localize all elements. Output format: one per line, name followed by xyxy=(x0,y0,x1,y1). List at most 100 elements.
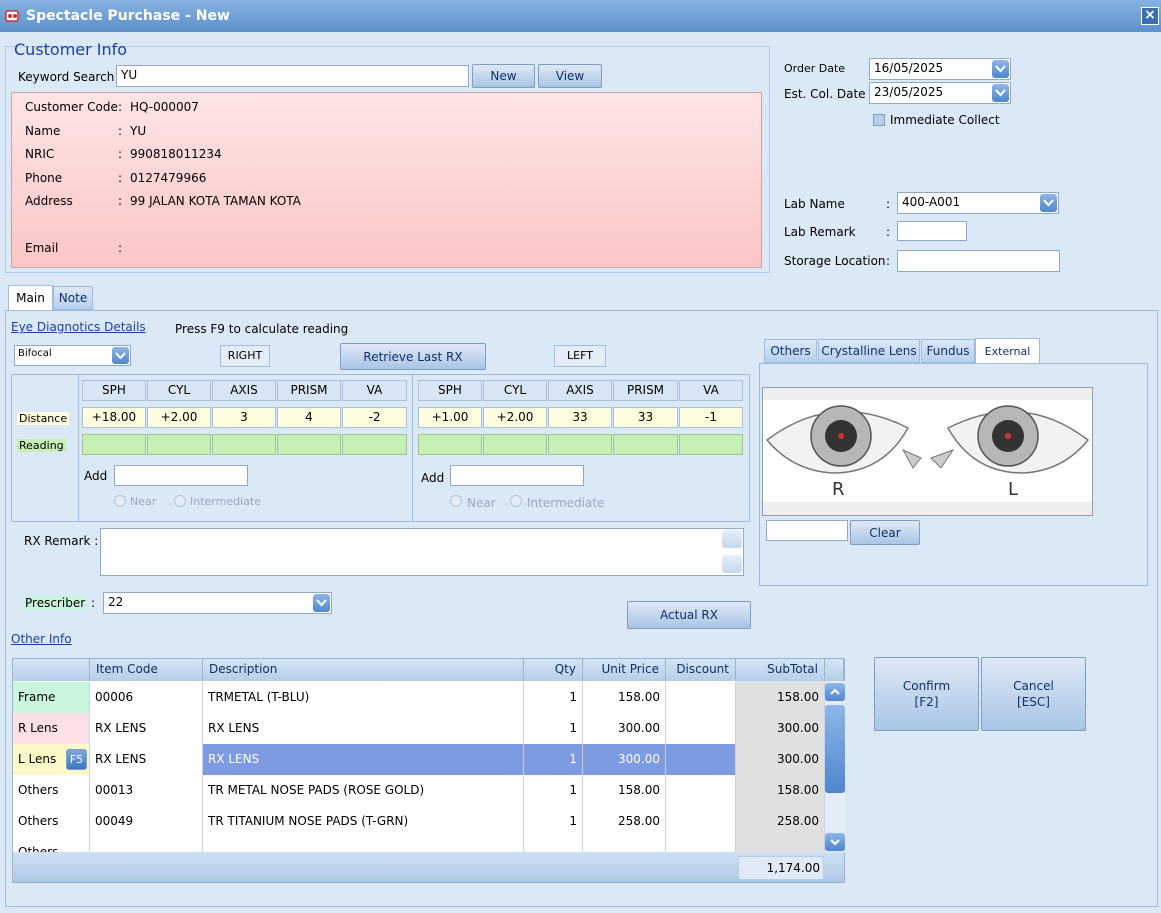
chevron-down-icon[interactable] xyxy=(112,347,129,364)
close-button[interactable]: × xyxy=(1141,7,1159,25)
right-intermediate-radio[interactable] xyxy=(174,495,186,507)
left-distance-cyl[interactable]: +2.00 xyxy=(483,407,547,428)
left-near-radio[interactable] xyxy=(450,495,462,507)
col-header-cyl: CYL xyxy=(483,380,547,401)
right-distance-sph[interactable]: +18.00 xyxy=(82,407,146,428)
storage-location-input[interactable] xyxy=(897,250,1060,272)
scroll-down-icon[interactable] xyxy=(825,833,845,851)
right-distance-axis[interactable]: 3 xyxy=(212,407,276,428)
other-info-heading[interactable]: Other Info xyxy=(11,632,72,646)
cancel-button[interactable]: Cancel [ESC] xyxy=(981,657,1086,731)
left-distance-prism[interactable]: 33 xyxy=(613,407,678,428)
image-path-input[interactable] xyxy=(766,520,848,541)
tab-crystalline-lens[interactable]: Crystalline Lens xyxy=(818,339,920,363)
tab-note[interactable]: Note xyxy=(53,286,93,310)
chevron-down-icon[interactable] xyxy=(313,594,330,612)
eye-diagnostics-heading[interactable]: Eye Diagnotics Details xyxy=(11,320,146,334)
eye-diagram-icon xyxy=(763,388,1092,515)
clear-button[interactable]: Clear xyxy=(850,520,920,545)
name-value: YU xyxy=(130,124,147,138)
est-col-date-value: 23/05/2025 xyxy=(874,85,944,99)
left-reading-prism[interactable] xyxy=(613,434,678,455)
col-header-sph: SPH xyxy=(82,380,146,401)
row-discount xyxy=(666,713,736,744)
table-row[interactable]: Others 00049 TR TITANIUM NOSE PADS (T-GRN)… xyxy=(13,806,825,837)
left-distance-sph[interactable]: +1.00 xyxy=(418,407,482,428)
tab-fundus[interactable]: Fundus xyxy=(921,339,975,363)
scroll-up-icon[interactable] xyxy=(825,683,845,701)
left-reading-sph[interactable] xyxy=(418,434,482,455)
cancel-shortcut: [ESC] xyxy=(1017,695,1050,709)
nric-value: 990818011234 xyxy=(130,147,222,161)
left-reading-axis[interactable] xyxy=(548,434,612,455)
new-button[interactable]: New xyxy=(472,64,535,88)
actual-rx-button[interactable]: Actual RX xyxy=(627,601,751,629)
row-discount xyxy=(666,837,736,852)
right-distance-va[interactable]: -2 xyxy=(342,407,407,428)
lab-remark-input[interactable] xyxy=(897,221,967,241)
prescriber-select[interactable]: 22 xyxy=(103,592,332,614)
right-eye-label: RIGHT xyxy=(220,345,270,367)
col-header-va: VA xyxy=(342,380,407,401)
table-row[interactable]: L Lens F5 RX LENS RX LENS 1 300.00 300.00 xyxy=(13,744,825,775)
right-reading-axis[interactable] xyxy=(212,434,276,455)
col-header-subtotal: SubTotal xyxy=(736,659,825,681)
chevron-down-icon[interactable] xyxy=(992,60,1009,78)
rx-remark-label: RX Remark : xyxy=(24,534,99,548)
right-reading-va[interactable] xyxy=(342,434,407,455)
rx-remark-textarea[interactable] xyxy=(100,528,744,576)
col-header-cyl: CYL xyxy=(147,380,211,401)
keyword-search-input[interactable]: YU xyxy=(116,65,469,87)
right-reading-cyl[interactable] xyxy=(147,434,211,455)
right-distance-prism[interactable]: 4 xyxy=(277,407,341,428)
table-row[interactable]: Frame 00006 TRMETAL (T-BLU) 1 158.00 158.00 xyxy=(13,682,825,713)
confirm-button[interactable]: Confirm [F2] xyxy=(874,657,979,731)
storage-location-label: Storage Location xyxy=(784,254,886,268)
left-intermediate-radio[interactable] xyxy=(510,495,522,507)
col-header-axis: AXIS xyxy=(212,380,276,401)
table-row[interactable]: Others 00013 TR METAL NOSE PADS (ROSE GOLD… xyxy=(13,775,825,806)
view-button[interactable]: View xyxy=(538,64,602,88)
f9-hint: Press F9 to calculate reading xyxy=(175,322,349,336)
immediate-collect-checkbox[interactable] xyxy=(873,114,885,126)
right-near-radio[interactable] xyxy=(114,495,126,507)
customer-code-label: Customer Code xyxy=(25,100,118,114)
row-qty: 1 xyxy=(524,775,583,806)
scroll-up-icon[interactable] xyxy=(722,530,742,548)
row-qty xyxy=(524,837,583,852)
right-add-input[interactable] xyxy=(114,465,248,486)
tab-others[interactable]: Others xyxy=(764,339,817,363)
chevron-down-icon[interactable] xyxy=(1040,194,1057,212)
col-header-sph: SPH xyxy=(418,380,482,401)
f5-button[interactable]: F5 xyxy=(66,749,87,770)
left-distance-axis[interactable]: 33 xyxy=(548,407,612,428)
scroll-thumb[interactable] xyxy=(825,705,845,793)
retrieve-last-rx-button[interactable]: Retrieve Last RX xyxy=(340,343,486,370)
colon: : xyxy=(886,225,891,239)
colon: : xyxy=(118,194,123,208)
table-row[interactable]: R Lens RX LENS RX LENS 1 300.00 300.00 xyxy=(13,713,825,744)
distance-label: Distance xyxy=(17,412,70,425)
right-reading-prism[interactable] xyxy=(277,434,341,455)
row-subtotal xyxy=(736,837,825,852)
name-label: Name xyxy=(25,124,61,138)
row-type: Others xyxy=(13,837,90,852)
est-col-date-picker[interactable]: 23/05/2025 xyxy=(869,82,1011,104)
scroll-down-icon[interactable] xyxy=(722,555,742,573)
row-discount xyxy=(666,806,736,837)
order-date-picker[interactable]: 16/05/2025 xyxy=(869,58,1011,80)
row-discount xyxy=(666,744,736,775)
left-reading-cyl[interactable] xyxy=(483,434,547,455)
left-distance-va[interactable]: -1 xyxy=(679,407,743,428)
right-distance-cyl[interactable]: +2.00 xyxy=(147,407,211,428)
tab-main[interactable]: Main xyxy=(8,285,53,311)
lens-type-select[interactable]: Bifocal xyxy=(14,345,131,366)
tab-external[interactable]: External xyxy=(975,338,1040,364)
lab-name-select[interactable]: 400-A001 xyxy=(897,192,1059,214)
order-date-value: 16/05/2025 xyxy=(874,61,944,75)
left-add-input[interactable] xyxy=(450,465,584,486)
right-reading-sph[interactable] xyxy=(82,434,146,455)
table-row[interactable]: Others xyxy=(13,837,825,852)
left-reading-va[interactable] xyxy=(679,434,743,455)
chevron-down-icon[interactable] xyxy=(992,84,1009,102)
